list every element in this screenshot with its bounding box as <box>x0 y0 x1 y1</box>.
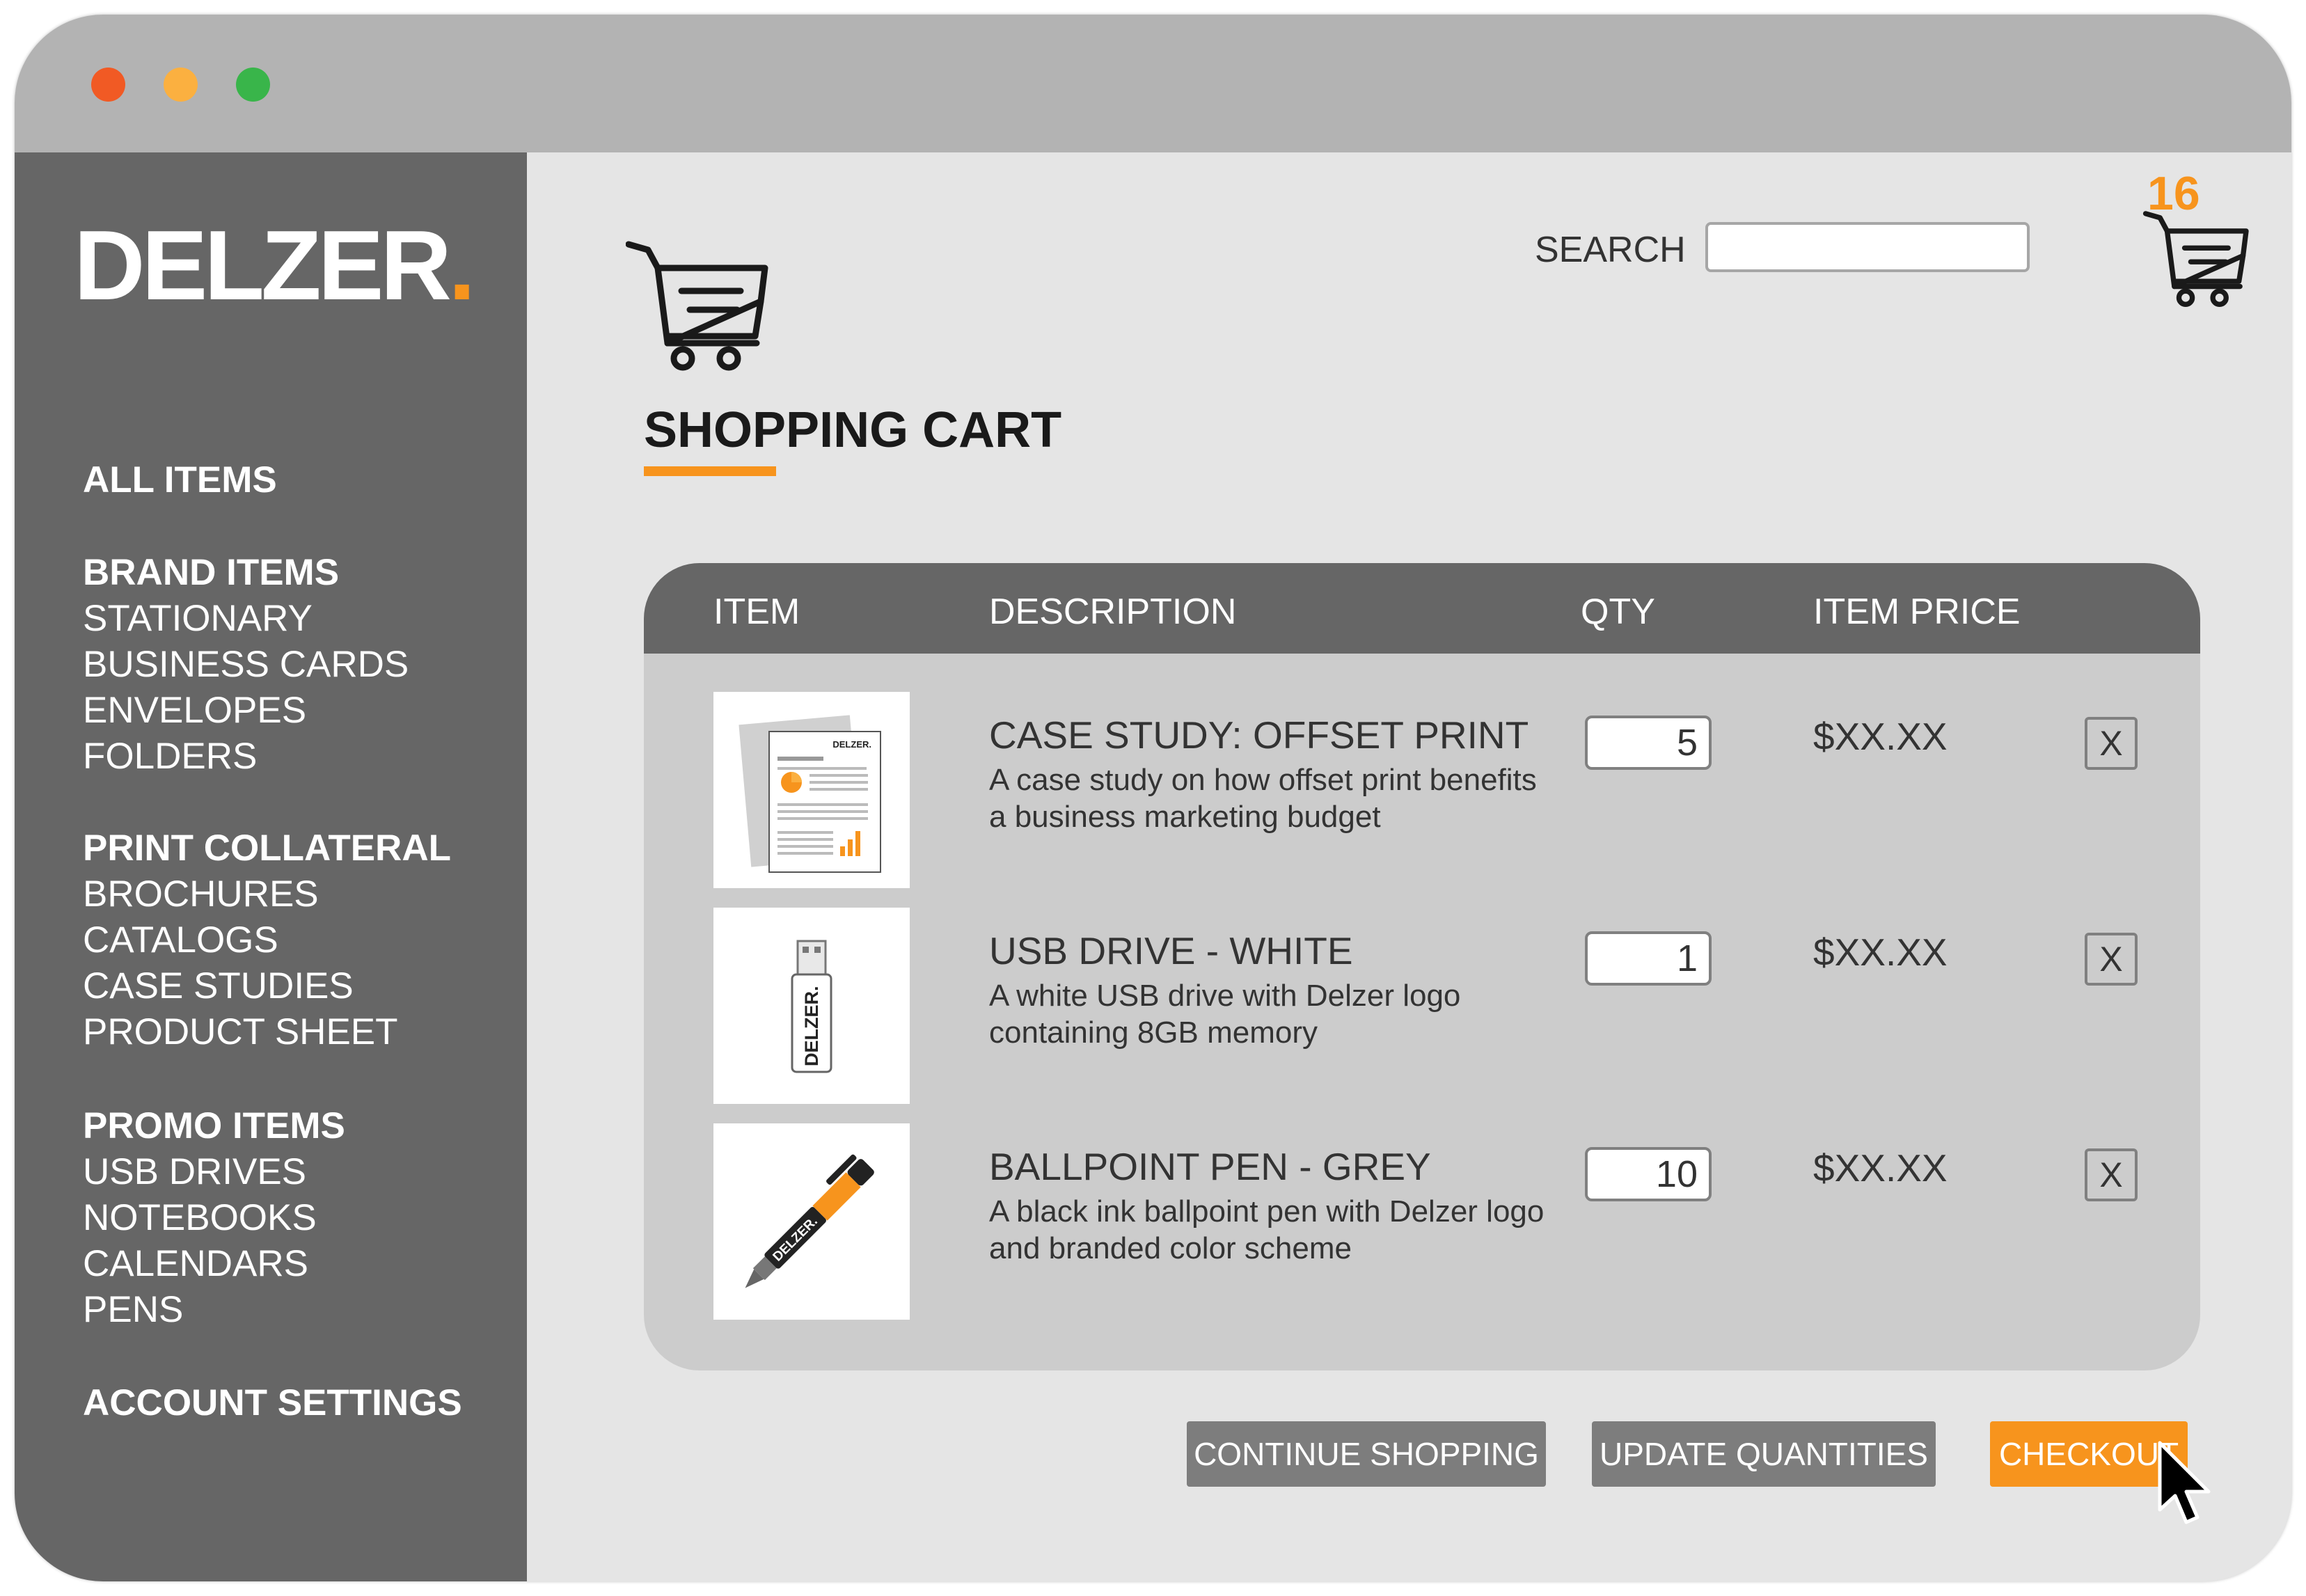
brand-name: DELZER <box>74 210 452 321</box>
remove-item-button[interactable]: X <box>2085 717 2138 770</box>
cart-table: ITEM DESCRIPTION QTY ITEM PRICE DELZER. <box>644 563 2200 1370</box>
thumb-brand-text: DELZER. <box>771 1214 821 1264</box>
column-header-description: DESCRIPTION <box>989 592 1237 632</box>
nav-account-group: ACCOUNT SETTINGS <box>83 1380 462 1426</box>
nav-item-folders[interactable]: FOLDERS <box>83 734 409 780</box>
nav-item-product-sheet[interactable]: PRODUCT SHEET <box>83 1009 451 1055</box>
item-description: A black ink ballpoint pen with Delzer lo… <box>989 1194 1545 1265</box>
nav-item-pens[interactable]: PENS <box>83 1287 345 1333</box>
nav-item-calendars[interactable]: CALENDARS <box>83 1241 345 1287</box>
item-thumbnail[interactable]: DELZER. <box>713 908 910 1104</box>
item-name[interactable]: USB DRIVE - WHITE <box>989 929 1353 973</box>
column-header-item-price: ITEM PRICE <box>1813 592 2021 632</box>
remove-item-button[interactable]: X <box>2085 1148 2138 1201</box>
brand-logo-dot: . <box>448 210 476 321</box>
item-thumbnail[interactable]: DELZER. <box>713 692 910 888</box>
nav-all-items[interactable]: ALL ITEMS <box>83 457 277 503</box>
nav-all-items-group: ALL ITEMS <box>83 457 277 503</box>
nav-heading-brand-items[interactable]: BRAND ITEMS <box>83 550 409 596</box>
nav-promo-items-group: PROMO ITEMS USB DRIVES NOTEBOOKS CALENDA… <box>83 1103 345 1333</box>
item-price: $XX.XX <box>1813 715 1948 758</box>
nav-item-stationary[interactable]: STATIONARY <box>83 596 409 642</box>
search-label: SEARCH <box>1535 230 1686 270</box>
table-row: DELZER. CASE STUDY: OFFSET PRINT A case … <box>644 692 2200 888</box>
continue-shopping-button[interactable]: CONTINUE SHOPPING <box>1187 1421 1546 1487</box>
window-titlebar <box>15 15 2291 152</box>
maximize-window-dot[interactable] <box>236 68 270 102</box>
close-window-dot[interactable] <box>91 68 125 102</box>
remove-item-button[interactable]: X <box>2085 933 2138 986</box>
column-header-item: ITEM <box>713 592 800 632</box>
item-description: A case study on how offset print benefit… <box>989 763 1537 834</box>
nav-item-usb-drives[interactable]: USB DRIVES <box>83 1149 345 1195</box>
nav-brand-items-group: BRAND ITEMS STATIONARY BUSINESS CARDS EN… <box>83 550 409 780</box>
nav-item-brochures[interactable]: BROCHURES <box>83 871 451 917</box>
item-description: A white USB drive with Delzer logo conta… <box>989 979 1461 1050</box>
thumb-brand-text: DELZER. <box>801 986 822 1066</box>
update-quantities-button[interactable]: UPDATE QUANTITIES <box>1592 1421 1936 1487</box>
nav-item-notebooks[interactable]: NOTEBOOKS <box>83 1195 345 1241</box>
browser-window: DELZER. ALL ITEMS BRAND ITEMS STATIONARY… <box>15 15 2291 1581</box>
quantity-input[interactable] <box>1585 1147 1712 1201</box>
nav-print-collateral-group: PRINT COLLATERAL BROCHURES CATALOGS CASE… <box>83 825 451 1055</box>
thumb-brand-text: DELZER. <box>832 739 871 750</box>
item-price: $XX.XX <box>1813 1146 1948 1190</box>
item-thumbnail[interactable]: DELZER. <box>713 1123 910 1320</box>
shopping-cart-icon <box>626 241 768 371</box>
ballpoint-pen-icon: DELZER. <box>745 1154 874 1288</box>
quantity-input[interactable] <box>1585 716 1712 770</box>
header-cart-icon[interactable] <box>2142 210 2253 307</box>
main-content: SHOPPING CART SEARCH 16 ITEM DESCRIPTION… <box>527 152 2291 1581</box>
case-study-document-icon: DELZER. <box>739 715 881 873</box>
page-title: SHOPPING CART <box>644 402 1062 458</box>
nav-item-envelopes[interactable]: ENVELOPES <box>83 688 409 734</box>
table-row: DELZER. USB DRIVE - WHITE A white USB dr… <box>644 908 2200 1104</box>
usb-drive-icon: DELZER. <box>791 940 832 1073</box>
cart-table-header: ITEM DESCRIPTION QTY ITEM PRICE <box>644 563 2200 654</box>
nav-heading-print-collateral[interactable]: PRINT COLLATERAL <box>83 825 451 871</box>
item-name[interactable]: CASE STUDY: OFFSET PRINT <box>989 713 1529 757</box>
item-price: $XX.XX <box>1813 931 1948 974</box>
minimize-window-dot[interactable] <box>164 68 198 102</box>
table-row: DELZER. BALLPOINT PEN - GREY A black ink… <box>644 1123 2200 1320</box>
search-input[interactable] <box>1705 222 2030 272</box>
quantity-input[interactable] <box>1585 931 1712 986</box>
nav-item-business-cards[interactable]: BUSINESS CARDS <box>83 642 409 688</box>
brand-logo[interactable]: DELZER. <box>74 216 476 315</box>
title-underline <box>644 466 776 476</box>
column-header-qty: QTY <box>1581 592 1655 632</box>
sidebar: DELZER. ALL ITEMS BRAND ITEMS STATIONARY… <box>15 152 527 1581</box>
mouse-pointer-icon <box>2158 1441 2211 1524</box>
item-name[interactable]: BALLPOINT PEN - GREY <box>989 1144 1431 1189</box>
nav-item-catalogs[interactable]: CATALOGS <box>83 917 451 963</box>
nav-item-case-studies[interactable]: CASE STUDIES <box>83 963 451 1009</box>
nav-account-settings[interactable]: ACCOUNT SETTINGS <box>83 1380 462 1426</box>
nav-heading-promo-items[interactable]: PROMO ITEMS <box>83 1103 345 1149</box>
